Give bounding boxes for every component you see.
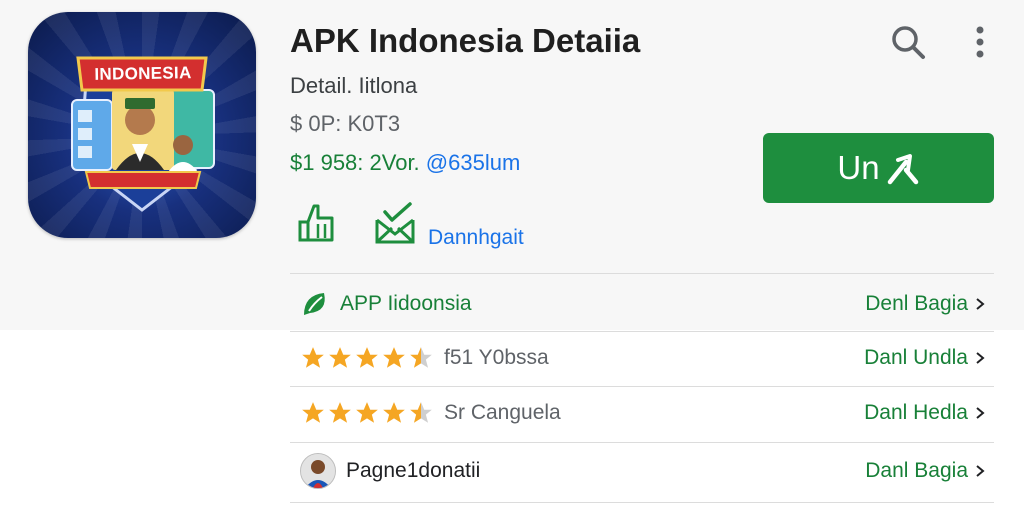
app-title: APK Indonesia Detaiia: [290, 22, 641, 59]
divider: [290, 502, 994, 503]
download-button[interactable]: [372, 200, 418, 246]
app-meta: $ 0P: K0T3: [290, 111, 401, 136]
download-envelope-icon: [375, 202, 415, 244]
divider: [290, 442, 994, 443]
chevron-right-icon: [976, 352, 985, 364]
star-icon: [383, 347, 405, 368]
app-subtitle: Detail. Iitlona: [290, 73, 418, 98]
row-label: APP Iidoonsia: [340, 292, 472, 315]
row-left: Pagne1donatii: [300, 444, 480, 498]
install-button-label: Un: [837, 149, 880, 186]
row-link-label: Danl Bagia: [865, 459, 968, 482]
more-options-button[interactable]: [962, 22, 998, 62]
star-rating: [300, 345, 434, 371]
row-link-label: Danl Undla: [864, 346, 968, 369]
chevron-right-icon: [976, 465, 985, 477]
list-item-rating[interactable]: Sr Canguela Danl Hedla: [290, 386, 994, 440]
search-icon: [892, 26, 925, 59]
row-link[interactable]: Danl Bagia: [865, 444, 986, 498]
install-button[interactable]: Un: [763, 133, 994, 203]
download-label[interactable]: Dannhgait: [428, 226, 524, 250]
half-star-icon: [410, 402, 432, 423]
app-icon-art: [71, 56, 215, 212]
app-price-line: $1 958: 2Vor. @635lum: [290, 150, 520, 176]
search-button[interactable]: [888, 22, 928, 62]
row-link-label: Denl Bagia: [865, 292, 968, 315]
star-rating: [300, 400, 434, 426]
row-left: f51 Y0bssa: [300, 331, 549, 385]
list-item-rating[interactable]: f51 Y0bssa Danl Undla: [290, 331, 994, 385]
star-icon: [302, 402, 324, 423]
app-icon[interactable]: INDONESIA: [28, 12, 256, 238]
row-link[interactable]: Danl Undla: [864, 331, 986, 385]
row-link-label: Danl Hedla: [864, 401, 968, 424]
leaf-icon: [304, 293, 325, 315]
arrow-icon: [887, 154, 918, 185]
like-hand-icon: [298, 204, 334, 242]
star-icon: [356, 347, 378, 368]
price-text: $1 958: 2Vor.: [290, 150, 426, 175]
like-button[interactable]: [296, 200, 340, 244]
list-item-app[interactable]: APP Iidoonsia Denl Bagia: [290, 277, 994, 331]
row-label: Pagne1donatii: [346, 459, 481, 482]
list-item-publisher[interactable]: Pagne1donatii Danl Bagia: [290, 444, 994, 498]
star-icon: [383, 402, 405, 423]
person-avatar-icon: [301, 454, 335, 488]
avatar: [300, 453, 336, 489]
row-label: f51 Y0bssa: [444, 346, 549, 369]
chevron-right-icon: [976, 407, 985, 419]
chevron-right-icon: [976, 298, 985, 310]
app-icon-banner-text: INDONESIA: [94, 63, 192, 84]
more-vert-icon: [976, 26, 984, 58]
row-link[interactable]: Denl Bagia: [865, 277, 986, 331]
half-star-icon: [410, 347, 432, 368]
row-label: Sr Canguela: [444, 401, 561, 424]
row-link[interactable]: Danl Hedla: [864, 386, 986, 440]
star-icon: [356, 402, 378, 423]
star-icon: [329, 347, 351, 368]
row-left: Sr Canguela: [300, 386, 561, 440]
price-link[interactable]: @635lum: [426, 150, 521, 175]
row-left: APP Iidoonsia: [300, 277, 472, 331]
star-icon: [329, 402, 351, 423]
star-icon: [302, 347, 324, 368]
divider: [290, 273, 994, 274]
